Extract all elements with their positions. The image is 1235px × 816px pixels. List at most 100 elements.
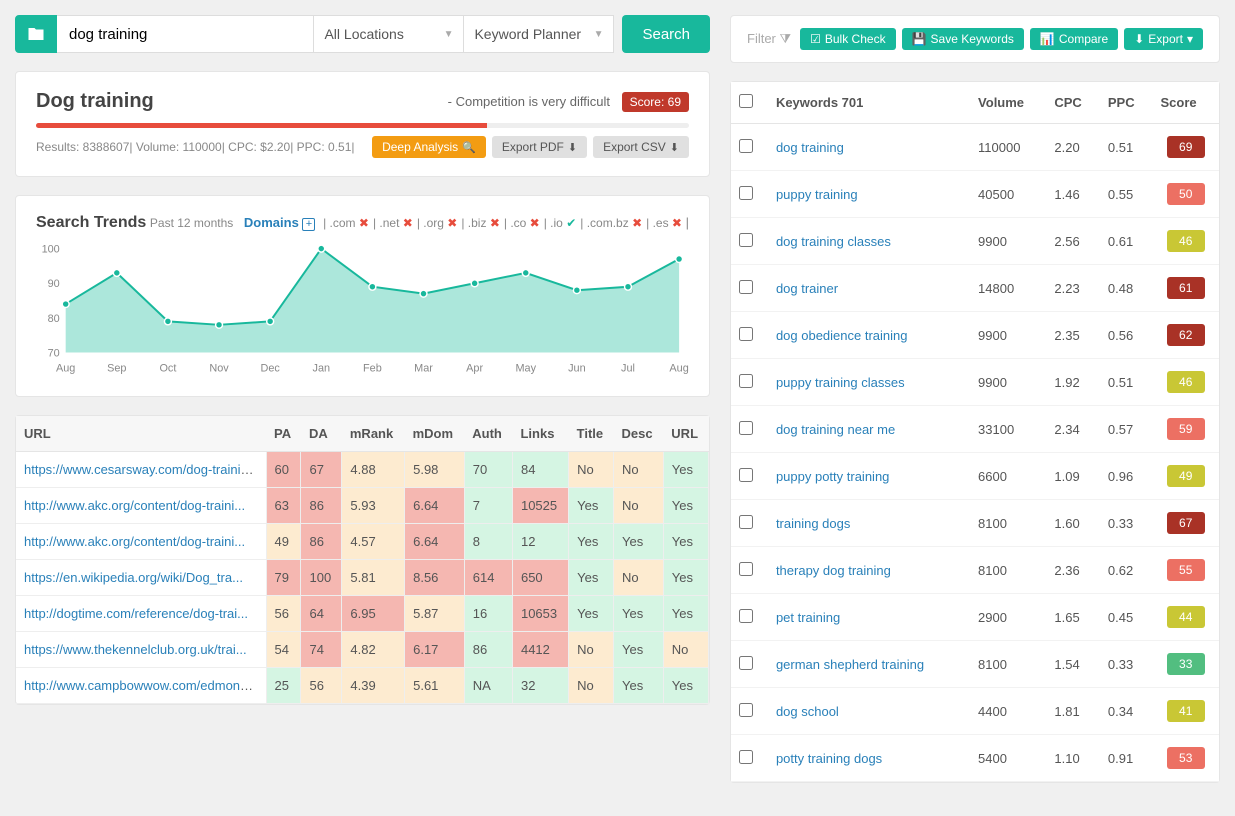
metric-cell: 4.57 — [342, 524, 405, 560]
metric-cell: 6.64 — [405, 524, 465, 560]
row-checkbox[interactable] — [739, 562, 753, 576]
metric-cell: 54 — [266, 632, 301, 668]
save-keywords-button[interactable]: 💾 Save Keywords — [902, 28, 1024, 50]
kw-th-check[interactable] — [731, 82, 768, 124]
kw-th[interactable]: PPC — [1100, 82, 1153, 124]
kw-th[interactable]: Score — [1152, 82, 1219, 124]
keyword-cell[interactable]: dog school — [768, 688, 970, 735]
bulk-check-button[interactable]: ☑ Bulk Check — [800, 28, 895, 50]
metric-cell: No — [663, 632, 708, 668]
url-cell[interactable]: http://www.akc.org/content/dog-traini... — [16, 488, 266, 524]
keyword-cell[interactable]: dog training near me — [768, 406, 970, 453]
keyword-cell[interactable]: dog training classes — [768, 218, 970, 265]
filter-button[interactable]: Filter ⧩ — [747, 31, 791, 47]
folder-icon[interactable] — [15, 15, 57, 53]
url-cell[interactable]: https://www.thekennelclub.org.uk/trai... — [16, 632, 266, 668]
keyword-cell[interactable]: german shepherd training — [768, 641, 970, 688]
ppc-cell: 0.51 — [1100, 124, 1153, 171]
tld-item: | .com.bz ✖ — [580, 216, 642, 230]
kw-th[interactable]: Volume — [970, 82, 1046, 124]
keyword-row: german shepherd training 8100 1.54 0.33 … — [731, 641, 1219, 688]
row-checkbox[interactable] — [739, 468, 753, 482]
export-button[interactable]: ⬇ Export ▾ — [1124, 28, 1203, 50]
row-checkbox[interactable] — [739, 186, 753, 200]
keyword-cell[interactable]: dog trainer — [768, 265, 970, 312]
row-checkbox[interactable] — [739, 515, 753, 529]
metric-cell: Yes — [663, 596, 708, 632]
keyword-row: dog obedience training 9900 2.35 0.56 62 — [731, 312, 1219, 359]
row-checkbox-cell[interactable] — [731, 641, 768, 688]
score-cell: 33 — [1152, 641, 1219, 688]
keyword-cell[interactable]: therapy dog training — [768, 547, 970, 594]
deep-analysis-button[interactable]: Deep Analysis 🔍 — [372, 136, 486, 158]
search-button[interactable]: Search — [622, 15, 710, 53]
row-checkbox[interactable] — [739, 280, 753, 294]
row-checkbox[interactable] — [739, 421, 753, 435]
score-cell: 53 — [1152, 735, 1219, 782]
select-all-checkbox[interactable] — [739, 94, 753, 108]
metric-cell: 16 — [464, 596, 512, 632]
row-checkbox-cell[interactable] — [731, 406, 768, 453]
url-cell[interactable]: https://en.wikipedia.org/wiki/Dog_tra... — [16, 560, 266, 596]
row-checkbox-cell[interactable] — [731, 735, 768, 782]
compare-button[interactable]: 📊 Compare — [1030, 28, 1118, 50]
row-checkbox-cell[interactable] — [731, 547, 768, 594]
tool-select[interactable]: Keyword Planner▼ — [464, 15, 614, 53]
row-checkbox-cell[interactable] — [731, 359, 768, 406]
url-cell[interactable]: http://www.akc.org/content/dog-traini... — [16, 524, 266, 560]
row-checkbox-cell[interactable] — [731, 124, 768, 171]
keyword-cell[interactable]: puppy potty training — [768, 453, 970, 500]
kw-th[interactable]: CPC — [1046, 82, 1100, 124]
svg-text:90: 90 — [48, 278, 60, 290]
row-checkbox-cell[interactable] — [731, 594, 768, 641]
row-checkbox[interactable] — [739, 656, 753, 670]
row-checkbox[interactable] — [739, 139, 753, 153]
domains-label[interactable]: Domains — [244, 215, 299, 230]
keyword-cell[interactable]: potty training dogs — [768, 735, 970, 782]
keyword-cell[interactable]: puppy training — [768, 171, 970, 218]
keyword-row: dog trainer 14800 2.23 0.48 61 — [731, 265, 1219, 312]
caret-icon: ▼ — [594, 29, 604, 40]
cpc-cell: 1.10 — [1046, 735, 1100, 782]
row-checkbox-cell[interactable] — [731, 171, 768, 218]
keyword-cell[interactable]: pet training — [768, 594, 970, 641]
row-checkbox-cell[interactable] — [731, 688, 768, 735]
location-select[interactable]: All Locations▼ — [314, 15, 464, 53]
row-checkbox[interactable] — [739, 609, 753, 623]
keyword-cell[interactable]: puppy training classes — [768, 359, 970, 406]
keyword-cell[interactable]: training dogs — [768, 500, 970, 547]
metric-cell: NA — [464, 668, 512, 704]
keyword-input[interactable] — [57, 15, 314, 53]
volume-cell: 9900 — [970, 312, 1046, 359]
row-checkbox[interactable] — [739, 374, 753, 388]
row-checkbox[interactable] — [739, 233, 753, 247]
ppc-cell: 0.34 — [1100, 688, 1153, 735]
url-cell[interactable]: http://dogtime.com/reference/dog-trai... — [16, 596, 266, 632]
row-checkbox-cell[interactable] — [731, 312, 768, 359]
kw-th[interactable]: Keywords 701 — [768, 82, 970, 124]
check-icon: ☑ — [810, 32, 821, 46]
row-checkbox[interactable] — [739, 750, 753, 764]
url-cell[interactable]: http://www.campbowwow.com/edmond/serv... — [16, 668, 266, 704]
tld-item: | .org ✖ — [417, 216, 458, 230]
export-csv-button[interactable]: Export CSV ⬇ — [593, 136, 689, 158]
row-checkbox-cell[interactable] — [731, 500, 768, 547]
row-checkbox[interactable] — [739, 703, 753, 717]
keyword-row: pet training 2900 1.65 0.45 44 — [731, 594, 1219, 641]
volume-cell: 8100 — [970, 641, 1046, 688]
keyword-cell[interactable]: dog training — [768, 124, 970, 171]
row-checkbox-cell[interactable] — [731, 265, 768, 312]
keyword-cell[interactable]: dog obedience training — [768, 312, 970, 359]
row-checkbox[interactable] — [739, 327, 753, 341]
add-domain-icon[interactable]: + — [302, 218, 315, 231]
metric-cell: 5.81 — [342, 560, 405, 596]
metric-cell: Yes — [663, 668, 708, 704]
row-checkbox-cell[interactable] — [731, 453, 768, 500]
url-cell[interactable]: https://www.cesarsway.com/dog-trainin... — [16, 452, 266, 488]
row-checkbox-cell[interactable] — [731, 218, 768, 265]
tld-item: | .es ✖ — [646, 216, 682, 230]
cpc-cell: 1.54 — [1046, 641, 1100, 688]
export-pdf-button[interactable]: Export PDF ⬇ — [492, 136, 587, 158]
metric-cell: 4.88 — [342, 452, 405, 488]
ppc-cell: 0.96 — [1100, 453, 1153, 500]
